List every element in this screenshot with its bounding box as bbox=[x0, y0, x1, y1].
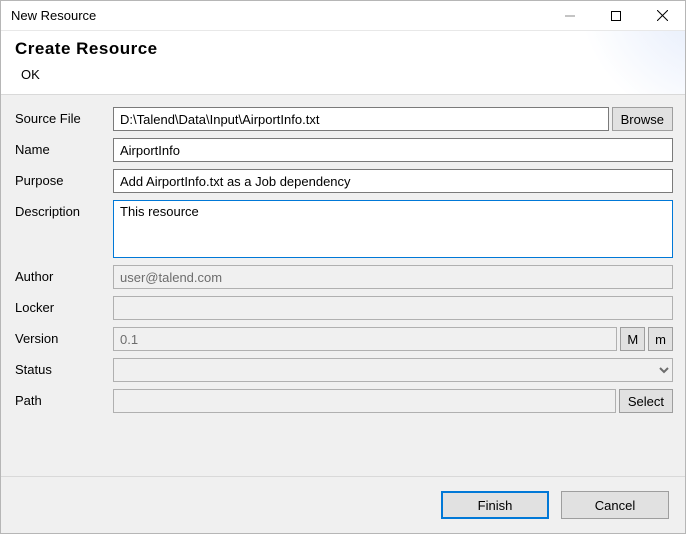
label-name: Name bbox=[13, 138, 113, 162]
label-path: Path bbox=[13, 389, 113, 413]
row-source-file: Source File Browse bbox=[13, 107, 673, 131]
maximize-button[interactable] bbox=[593, 1, 639, 30]
label-author: Author bbox=[13, 265, 113, 289]
close-icon bbox=[657, 10, 668, 21]
row-author: Author bbox=[13, 265, 673, 289]
version-major-button[interactable]: M bbox=[620, 327, 645, 351]
maximize-icon bbox=[611, 11, 621, 21]
minimize-icon bbox=[565, 11, 575, 21]
page-subtitle: OK bbox=[15, 67, 671, 86]
locker-input bbox=[113, 296, 673, 320]
status-select[interactable] bbox=[113, 358, 673, 382]
label-status: Status bbox=[13, 358, 113, 382]
titlebar: New Resource bbox=[1, 1, 685, 31]
window-controls bbox=[547, 1, 685, 30]
row-purpose: Purpose bbox=[13, 169, 673, 193]
minimize-button[interactable] bbox=[547, 1, 593, 30]
source-file-input[interactable] bbox=[113, 107, 609, 131]
row-locker: Locker bbox=[13, 296, 673, 320]
form-area: Source File Browse Name Purpose Descript… bbox=[1, 95, 685, 476]
row-description: Description This resource bbox=[13, 200, 673, 258]
label-description: Description bbox=[13, 200, 113, 219]
path-select-button[interactable]: Select bbox=[619, 389, 673, 413]
version-minor-button[interactable]: m bbox=[648, 327, 673, 351]
window-title: New Resource bbox=[11, 8, 547, 23]
close-button[interactable] bbox=[639, 1, 685, 30]
label-version: Version bbox=[13, 327, 113, 351]
page-title: Create Resource bbox=[15, 39, 671, 59]
browse-button[interactable]: Browse bbox=[612, 107, 673, 131]
header-region: Create Resource OK bbox=[1, 31, 685, 95]
label-purpose: Purpose bbox=[13, 169, 113, 193]
button-bar: Finish Cancel bbox=[1, 477, 685, 533]
author-input bbox=[113, 265, 673, 289]
label-source-file: Source File bbox=[13, 107, 113, 131]
version-input bbox=[113, 327, 617, 351]
path-input bbox=[113, 389, 616, 413]
dialog-window: New Resource Create Resource OK Source F… bbox=[0, 0, 686, 534]
label-locker: Locker bbox=[13, 296, 113, 320]
purpose-input[interactable] bbox=[113, 169, 673, 193]
row-name: Name bbox=[13, 138, 673, 162]
description-input[interactable]: This resource bbox=[113, 200, 673, 258]
row-version: Version M m bbox=[13, 327, 673, 351]
name-input[interactable] bbox=[113, 138, 673, 162]
finish-button[interactable]: Finish bbox=[441, 491, 549, 519]
row-path: Path Select bbox=[13, 389, 673, 413]
row-status: Status bbox=[13, 358, 673, 382]
cancel-button[interactable]: Cancel bbox=[561, 491, 669, 519]
